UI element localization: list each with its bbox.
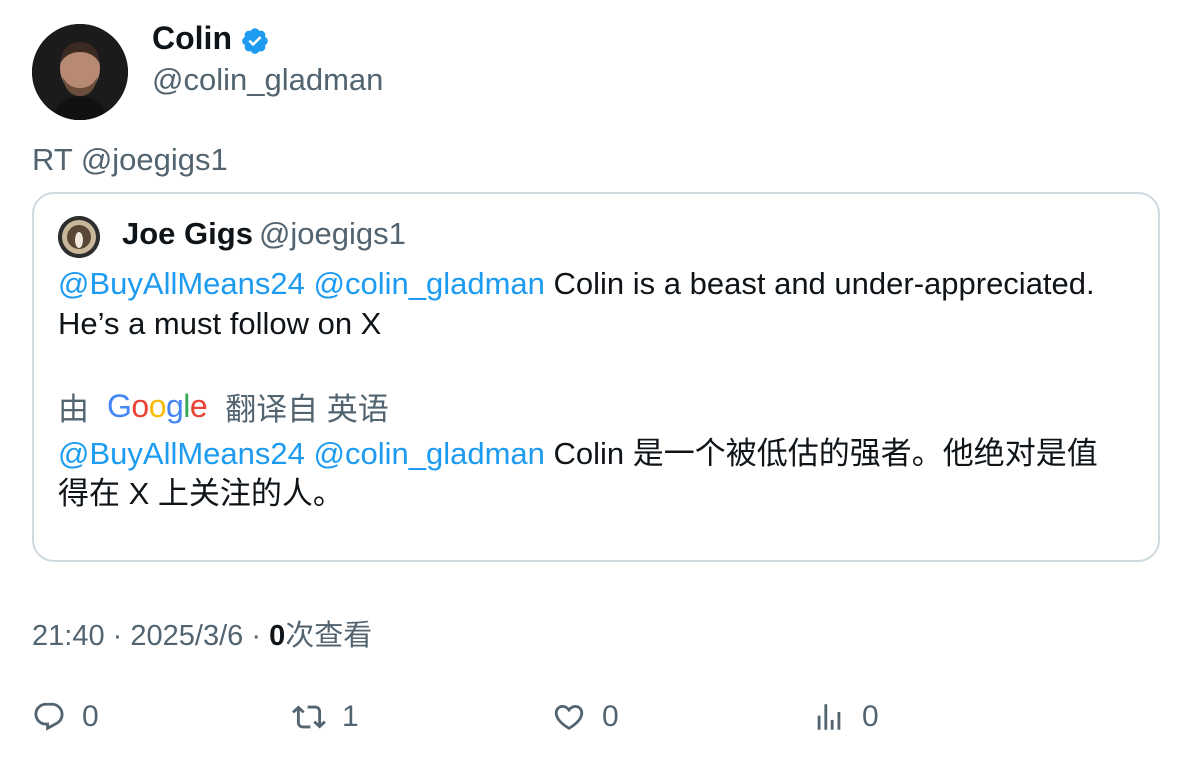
meta-separator: · — [251, 620, 261, 652]
tweet-text-part: Colin is a beast and under-appreciated. — [553, 266, 1095, 301]
quoted-tweet-text: @BuyAllMeans24 @colin_gladman Colin is a… — [58, 264, 1148, 344]
views-action-count: 0 — [862, 700, 879, 733]
quoted-tweet-card[interactable]: Joe Gigs @joegigs1 @BuyAllMeans24 @colin_… — [32, 192, 1160, 562]
quoted-author-avatar[interactable] — [58, 216, 100, 258]
tweet-time[interactable]: 21:40 — [32, 620, 105, 652]
author-avatar[interactable] — [32, 24, 128, 120]
retweet-button[interactable]: 1 — [292, 700, 359, 734]
google-logo: Google — [107, 388, 208, 424]
translate-suffix: 翻译自 英语 — [225, 392, 389, 427]
tweet-text-part: He’s a must follow on X — [58, 306, 382, 341]
tweet-meta: 21:40 · 2025/3/6 · 0次查看 — [32, 612, 372, 654]
author-name[interactable]: Colin — [152, 20, 232, 57]
views-button[interactable]: 0 — [812, 700, 879, 734]
mention-link[interactable]: @colin_gladman — [314, 266, 545, 301]
views-count: 0 — [269, 620, 286, 652]
reply-icon — [34, 702, 64, 731]
like-button[interactable]: 0 — [552, 700, 619, 734]
translated-text-part: 得在 X 上关注的人。 — [58, 476, 344, 511]
reply-count: 0 — [82, 700, 99, 733]
quoted-author-name[interactable]: Joe Gigs — [122, 216, 253, 251]
mention-link[interactable]: @colin_gladman — [314, 436, 545, 471]
translation-attribution: 由 Google 翻译自 英语 — [58, 384, 389, 429]
action-bar: 0 1 0 0 — [32, 700, 1162, 744]
translated-text-part: Colin 是一个被低估的强者。他绝对是值 — [553, 436, 1098, 471]
translated-tweet-text: @BuyAllMeans24 @colin_gladman Colin 是一个被… — [58, 434, 1148, 514]
verified-badge-icon — [242, 27, 268, 54]
like-count: 0 — [602, 700, 619, 733]
retweet-icon — [292, 705, 326, 729]
mention-link[interactable]: @BuyAllMeans24 — [58, 436, 305, 471]
meta-separator: · — [112, 620, 123, 652]
retweet-label: RT @joegigs1 — [32, 142, 228, 177]
analytics-icon — [817, 704, 841, 730]
quoted-author-handle[interactable]: @joegigs1 — [259, 216, 406, 251]
author-handle[interactable]: @colin_gladman — [152, 62, 383, 98]
retweet-count: 1 — [342, 700, 359, 733]
views-label: 次查看 — [285, 620, 373, 652]
tweet-date[interactable]: 2025/3/6 — [130, 620, 243, 652]
heart-icon — [554, 704, 584, 730]
mention-link[interactable]: @BuyAllMeans24 — [58, 266, 305, 301]
reply-button[interactable]: 0 — [32, 700, 99, 734]
translate-prefix: 由 — [58, 392, 89, 427]
